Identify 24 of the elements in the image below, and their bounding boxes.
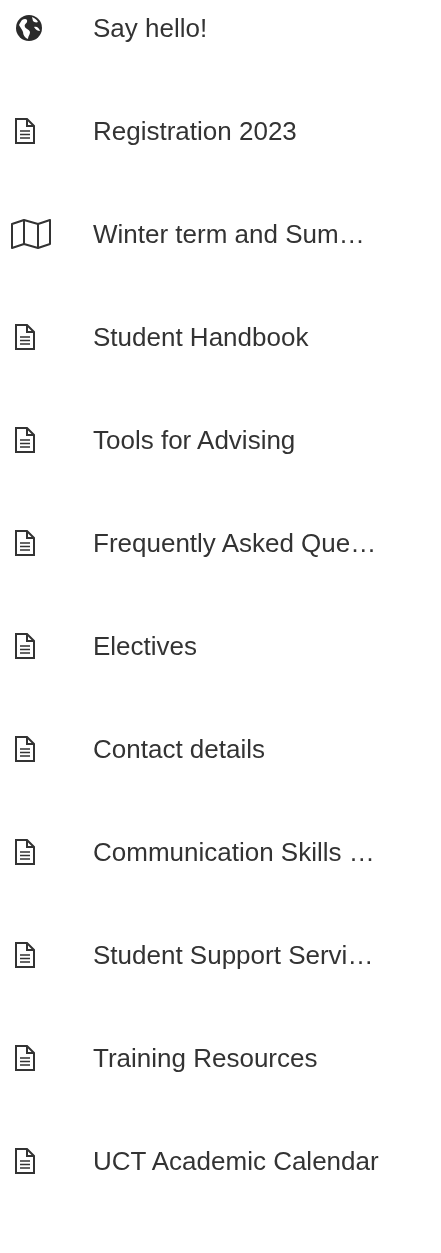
menu-item[interactable]: Student Handbook [0, 309, 441, 412]
menu-item[interactable]: Electives [0, 618, 441, 721]
menu-item[interactable]: UCT Academic Calendar [0, 1133, 441, 1236]
menu-item[interactable]: Communication Skills … [0, 824, 441, 927]
document-icon [15, 530, 35, 556]
document-icon [15, 324, 35, 350]
document-icon [15, 427, 35, 453]
menu-item[interactable]: Student Support Servi… [0, 927, 441, 1030]
document-icon [15, 1045, 35, 1071]
menu-item[interactable]: Contact details [0, 721, 441, 824]
document-icon [15, 633, 35, 659]
menu-item[interactable]: Tools for Advising [0, 412, 441, 515]
globe-icon [15, 14, 43, 42]
menu-item[interactable]: Frequently Asked Que… [0, 515, 441, 618]
menu-item[interactable]: Winter term and Sum… [0, 206, 441, 309]
map-icon [11, 219, 51, 249]
document-icon [15, 839, 35, 865]
menu-item[interactable]: Registration 2023 [0, 103, 441, 206]
document-icon [15, 942, 35, 968]
document-icon [15, 736, 35, 762]
menu-item[interactable]: Say hello! [0, 0, 441, 103]
document-icon [15, 1148, 35, 1174]
document-icon [15, 118, 35, 144]
menu-item[interactable]: Training Resources [0, 1030, 441, 1133]
